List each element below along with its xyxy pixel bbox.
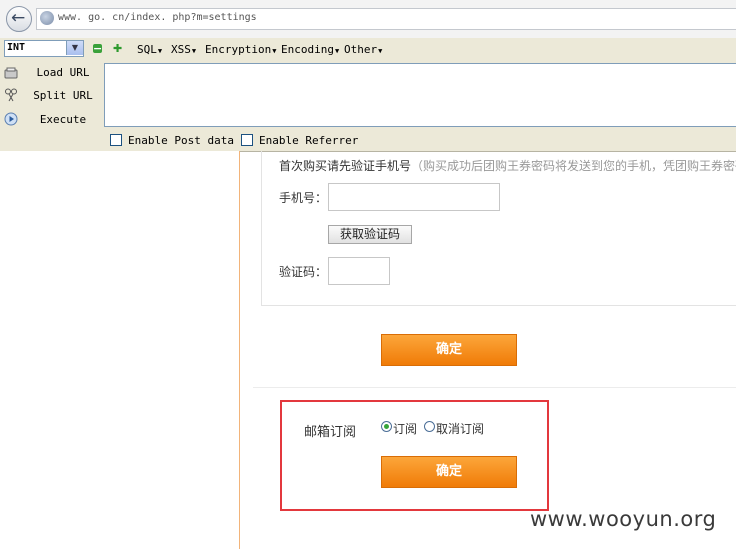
url-textarea[interactable] (104, 63, 736, 127)
split-url-button[interactable]: Split URL (20, 89, 106, 102)
increase-icon[interactable]: ✚ (113, 43, 122, 54)
notice-title: 首次购买请先验证手机号 (279, 159, 412, 173)
code-input[interactable] (328, 257, 390, 285)
verify-notice: 首次购买请先验证手机号（购买成功后团购王券密码将发送到您的手机，凭团购王券密码 (279, 157, 736, 174)
chevron-down-icon[interactable]: ▼ (66, 41, 83, 55)
back-button[interactable]: ← (6, 6, 32, 32)
menu-other[interactable]: Other▼ (344, 43, 382, 56)
menu-sql[interactable]: SQL▼ (137, 43, 162, 56)
enable-post-label[interactable]: Enable Post data (128, 134, 234, 147)
phone-label: 手机号： (279, 191, 328, 205)
get-code-button[interactable]: 获取验证码 (328, 225, 412, 244)
decrease-icon[interactable]: − (93, 43, 102, 54)
enable-post-checkbox[interactable] (110, 134, 122, 146)
menu-encoding[interactable]: Encoding▼ (281, 43, 339, 56)
type-select-value: INT (7, 42, 26, 53)
back-arrow-icon: ← (11, 8, 26, 28)
menu-encryption[interactable]: Encryption▼ (205, 43, 276, 56)
phone-input[interactable] (328, 183, 500, 211)
unsubscribe-radio[interactable] (424, 421, 435, 432)
load-url-button[interactable]: Load URL (20, 66, 106, 79)
subscribe-label: 邮箱订阅 (304, 425, 357, 440)
dropdown-arrow-icon: ▼ (157, 47, 163, 55)
section-divider (253, 387, 736, 388)
confirm-button[interactable]: 确定 (381, 334, 517, 366)
subscribe-radio[interactable] (381, 421, 392, 432)
globe-icon (40, 11, 54, 25)
notice-hint: （购买成功后团购王券密码将发送到您的手机，凭团购王券密码 (411, 159, 736, 173)
url-text[interactable]: www. go. cn/index. php?m=settings (58, 12, 257, 23)
split-url-icon[interactable] (4, 88, 18, 102)
dropdown-arrow-icon: ▼ (378, 47, 383, 55)
dropdown-arrow-icon: ▼ (191, 47, 197, 55)
enable-referrer-checkbox[interactable] (241, 134, 253, 146)
menu-xss[interactable]: XSS▼ (171, 43, 196, 56)
enable-referrer-label[interactable]: Enable Referrer (259, 134, 358, 147)
code-label: 验证码： (279, 265, 328, 279)
dropdown-arrow-icon: ▼ (334, 47, 340, 55)
execute-icon[interactable] (4, 112, 18, 126)
unsubscribe-option-label[interactable]: 取消订阅 (436, 420, 484, 437)
execute-button[interactable]: Execute (20, 113, 106, 126)
subscribe-confirm-button[interactable]: 确定 (381, 456, 517, 488)
subscribe-option-label[interactable]: 订阅 (393, 420, 417, 437)
dropdown-arrow-icon: ▼ (272, 47, 277, 55)
left-panel (0, 151, 240, 549)
load-url-icon[interactable] (4, 66, 18, 80)
watermark-text: www.wooyun.org (530, 507, 717, 531)
